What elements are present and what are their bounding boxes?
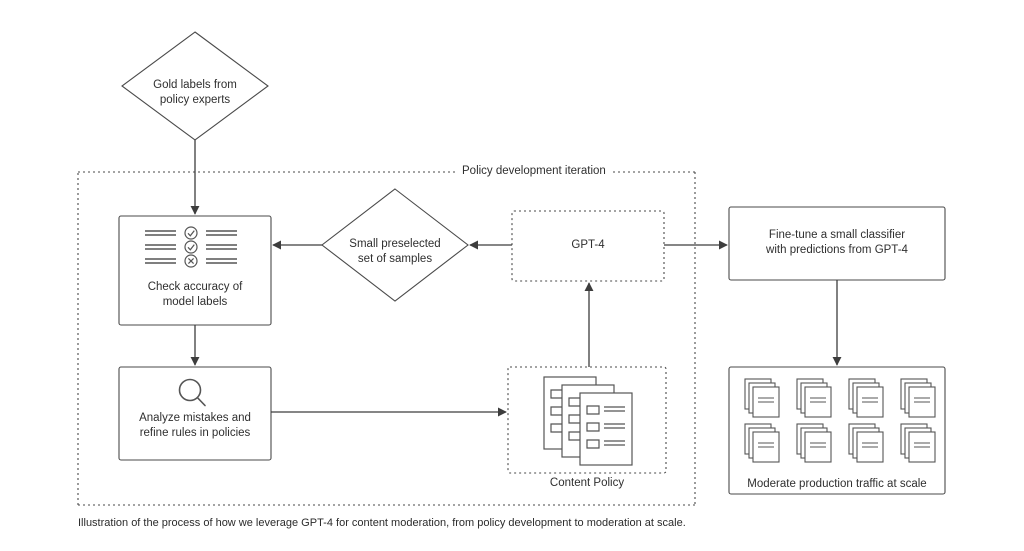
- document-stack-icon: [744, 423, 780, 463]
- flowchart-diagram: [77, 31, 946, 506]
- node-fine-tune: [728, 206, 946, 281]
- stacked-documents-icon: [543, 376, 633, 466]
- checklist-icon: [145, 226, 237, 268]
- node-gpt4: [511, 210, 665, 282]
- node-gold-labels: [121, 31, 269, 141]
- group-title-policy-development-iteration: Policy development iteration: [455, 165, 613, 177]
- document-stack-grid-icon: [744, 378, 936, 463]
- document-stack-icon: [796, 378, 832, 418]
- document-stack-icon: [848, 378, 884, 418]
- document-stack-icon: [900, 423, 936, 463]
- document-stack-icon: [744, 378, 780, 418]
- node-small-preselected: [321, 188, 469, 302]
- node-check-accuracy: [118, 215, 272, 326]
- magnifier-icon: [178, 378, 206, 407]
- figure-caption: Illustration of the process of how we le…: [78, 517, 686, 529]
- figure-container: Policy development iteration Gold labels…: [0, 0, 1024, 551]
- document-stack-icon: [796, 423, 832, 463]
- edges: [190, 140, 842, 417]
- document-stack-icon: [900, 378, 936, 418]
- document-stack-icon: [848, 423, 884, 463]
